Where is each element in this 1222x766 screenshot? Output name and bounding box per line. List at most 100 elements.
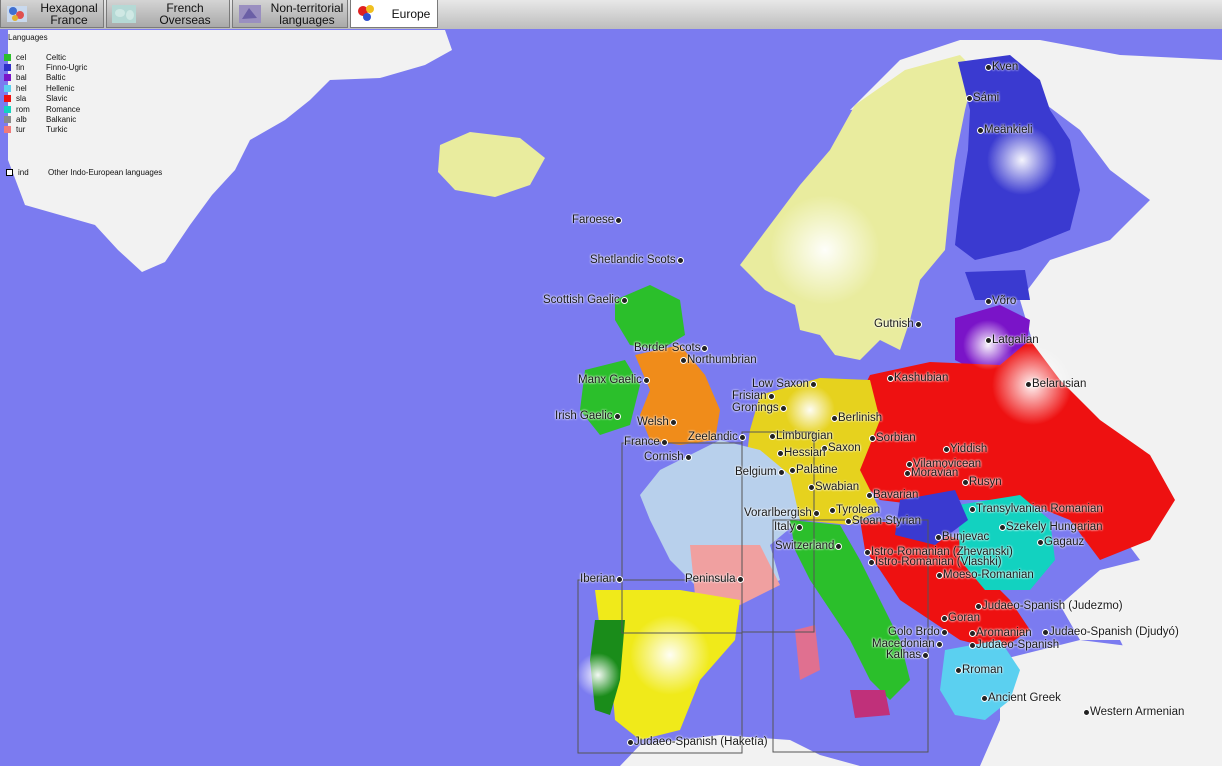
location-pin-icon[interactable] [1037, 539, 1044, 546]
legend-swatch [4, 84, 11, 92]
location-pin-icon[interactable] [810, 381, 817, 388]
map-label: Stoan Styrian [852, 515, 922, 527]
legend-item[interactable]: bal Baltic [4, 73, 204, 83]
location-pin-icon[interactable] [985, 64, 992, 71]
location-pin-icon[interactable] [962, 479, 969, 486]
legend-name: Finno-Ugric [46, 63, 88, 73]
location-pin-icon[interactable] [985, 298, 992, 305]
location-pin-icon[interactable] [868, 559, 875, 566]
legend-code: cel [16, 52, 27, 62]
legend-item[interactable]: sla Slavic [4, 94, 204, 104]
location-pin-icon[interactable] [778, 469, 785, 476]
location-pin-icon[interactable] [943, 446, 950, 453]
location-pin-icon[interactable] [769, 433, 776, 440]
location-pin-icon[interactable] [999, 524, 1006, 531]
por-glow [576, 653, 620, 697]
legend-name: Balkanic [46, 115, 77, 125]
location-pin-icon[interactable] [936, 572, 943, 579]
location-pin-icon[interactable] [768, 393, 775, 400]
location-pin-icon[interactable] [777, 450, 784, 457]
map-label: Võro [992, 295, 1017, 307]
legend-item[interactable]: cel Celtic [4, 52, 204, 62]
map-label: Kalhas [886, 649, 922, 661]
location-pin-icon[interactable] [977, 127, 984, 134]
location-pin-icon[interactable] [887, 375, 894, 382]
legend-item[interactable]: rom Romance [4, 104, 204, 114]
location-pin-icon[interactable] [904, 470, 911, 477]
location-pin-icon[interactable] [969, 630, 976, 637]
location-pin-icon[interactable] [701, 345, 708, 352]
location-pin-icon[interactable] [864, 549, 871, 556]
location-pin-icon[interactable] [739, 434, 746, 441]
legend-item[interactable]: tur Turkic [4, 125, 204, 135]
location-pin-icon[interactable] [780, 405, 787, 412]
location-pin-icon[interactable] [737, 576, 744, 583]
tab-non-territorial-languages[interactable]: Non-territorial languages [232, 0, 348, 28]
location-pin-icon[interactable] [614, 413, 621, 420]
location-pin-icon[interactable] [1083, 709, 1090, 716]
location-pin-icon[interactable] [869, 435, 876, 442]
location-pin-icon[interactable] [1025, 381, 1032, 388]
map-label: Goran [948, 612, 980, 624]
map-label: Transylvanian Romanian [976, 503, 1103, 515]
location-pin-icon[interactable] [677, 257, 684, 264]
location-pin-icon[interactable] [615, 217, 622, 224]
location-pin-icon[interactable] [808, 484, 815, 491]
other-marker-icon [6, 169, 13, 177]
map-label: Moeso-Romanian [943, 569, 1034, 581]
location-pin-icon[interactable] [866, 492, 873, 499]
map-label: Western Armenian [1090, 706, 1185, 718]
location-pin-icon[interactable] [975, 603, 982, 610]
legend-item[interactable]: fin Finno-Ugric [4, 62, 204, 72]
location-pin-icon[interactable] [935, 534, 942, 541]
tab-label-line: Europe [391, 6, 431, 21]
legend-swatch [4, 95, 11, 103]
location-pin-icon[interactable] [1042, 629, 1049, 636]
legend-swatch [4, 53, 11, 61]
location-pin-icon[interactable] [627, 739, 634, 746]
location-pin-icon[interactable] [955, 667, 962, 674]
tab-french-overseas[interactable]: French Overseas [106, 0, 230, 28]
location-pin-icon[interactable] [789, 467, 796, 474]
legend-code: fin [16, 63, 25, 73]
location-pin-icon[interactable] [981, 695, 988, 702]
map-label: Gagauz [1044, 536, 1085, 548]
map-label: Yiddish [950, 443, 988, 455]
legend-item[interactable]: alb Balkanic [4, 114, 204, 124]
tab-hexagonal-france[interactable]: Hexagonal France [0, 0, 104, 28]
map-label: Swabian [815, 481, 860, 493]
location-pin-icon[interactable] [813, 510, 820, 517]
location-pin-icon[interactable] [835, 543, 842, 550]
map-tab-bar: Hexagonal France French Overseas Non-terri… [0, 0, 1222, 30]
location-pin-icon[interactable] [616, 576, 623, 583]
location-pin-icon[interactable] [941, 629, 948, 636]
location-pin-icon[interactable] [670, 419, 677, 426]
location-pin-icon[interactable] [845, 518, 852, 525]
legend-item[interactable]: hel Hellenic [4, 83, 204, 93]
tab-europe[interactable]: Europe [350, 0, 438, 28]
location-pin-icon[interactable] [922, 652, 929, 659]
location-pin-icon[interactable] [985, 337, 992, 344]
map-label: Limburgian [776, 430, 833, 442]
location-pin-icon[interactable] [643, 377, 650, 384]
legend-name: Romance [46, 104, 81, 114]
location-pin-icon[interactable] [936, 641, 943, 648]
location-pin-icon[interactable] [796, 524, 803, 531]
location-pin-icon[interactable] [969, 642, 976, 649]
legend-name: Celtic [46, 52, 67, 62]
location-pin-icon[interactable] [831, 415, 838, 422]
location-pin-icon[interactable] [969, 506, 976, 513]
legend-name: Other Indo-European languages [48, 168, 163, 178]
location-pin-icon[interactable] [915, 321, 922, 328]
legend-name: Turkic [46, 125, 68, 135]
location-pin-icon[interactable] [966, 95, 973, 102]
legend-code: rom [16, 104, 30, 114]
location-pin-icon[interactable] [941, 615, 948, 622]
legend-code: ind [18, 168, 29, 178]
location-pin-icon[interactable] [621, 297, 628, 304]
location-pin-icon[interactable] [661, 439, 668, 446]
location-pin-icon[interactable] [829, 507, 836, 514]
map-label: Kven [992, 61, 1019, 73]
location-pin-icon[interactable] [680, 357, 687, 364]
location-pin-icon[interactable] [685, 454, 692, 461]
